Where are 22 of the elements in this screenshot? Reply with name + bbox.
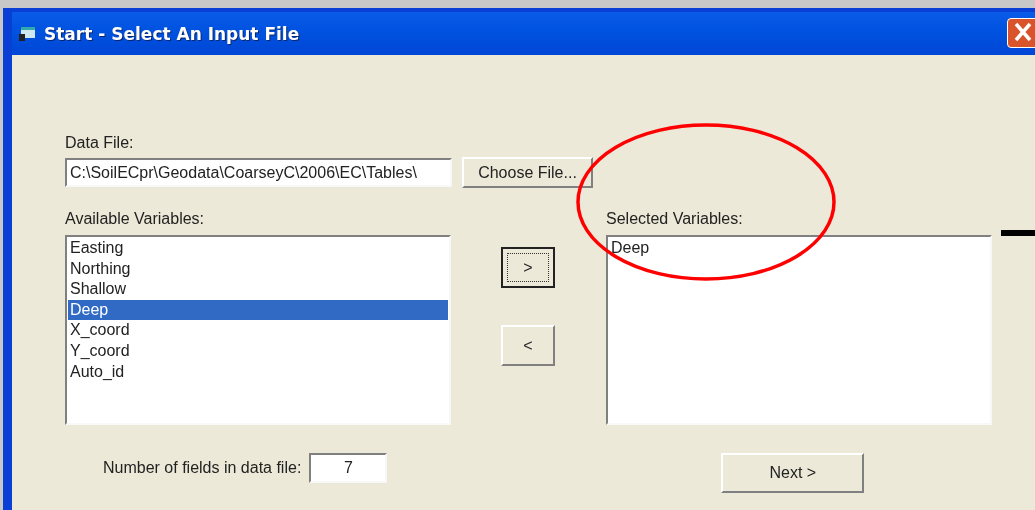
field-label: Data File: [65, 133, 135, 153]
dash-mark [1001, 230, 1035, 236]
close-button[interactable] [1007, 18, 1035, 48]
list-item[interactable]: Northing [68, 258, 448, 280]
app-icon [18, 25, 36, 42]
list-item[interactable]: Easting [68, 238, 448, 259]
move-button[interactable]: < [501, 325, 555, 366]
file-path-field[interactable]: C:\SoilECpr\Geodata\CoarseyC\2006\EC\Tables\ [65, 158, 452, 187]
field-label: Number of fields in data file: [103, 459, 302, 477]
list-item[interactable]: Y_coord [68, 340, 448, 362]
move-button[interactable]: > [501, 247, 555, 288]
list-label: Selected Variables: [606, 209, 744, 229]
window-title: Start - Select An Input File [44, 23, 300, 44]
next-button[interactable]: Next > [721, 453, 865, 493]
choose-file-button[interactable]: Choose File... [462, 157, 593, 188]
list-item[interactable]: Deep [68, 299, 448, 321]
list-label: Available Variables: [65, 209, 206, 229]
field-count-field[interactable]: 7 [309, 453, 388, 483]
list-item[interactable]: Deep [609, 238, 989, 259]
list-item[interactable]: X_coord [68, 320, 448, 341]
list-item[interactable]: Auto_id [68, 361, 448, 383]
list-item[interactable]: Shallow [68, 279, 448, 300]
